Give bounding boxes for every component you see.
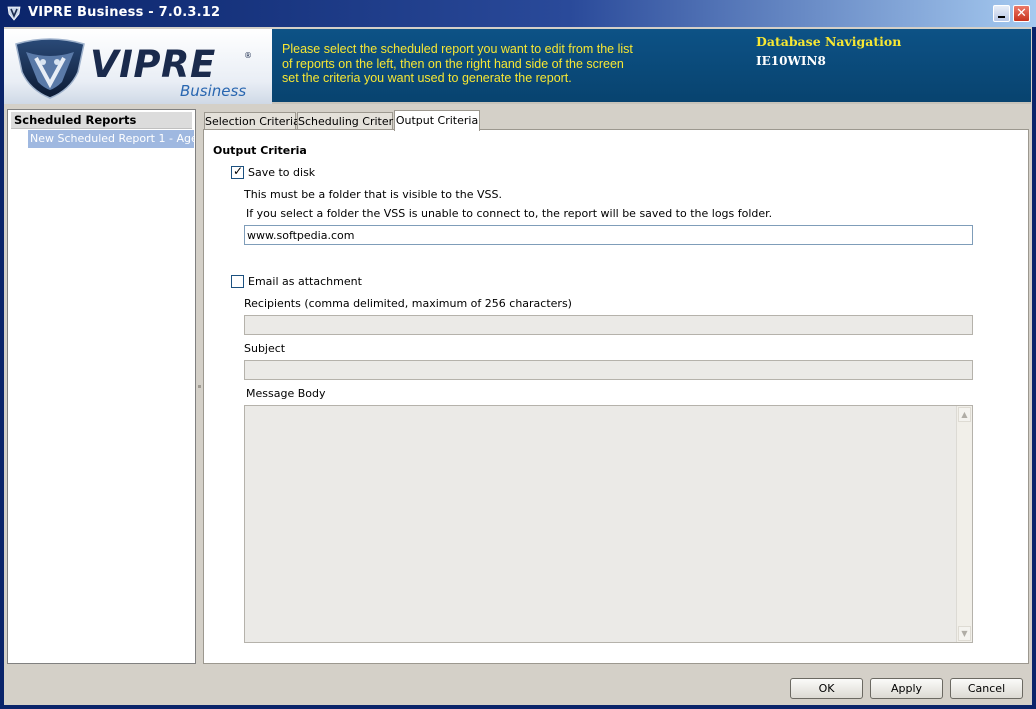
ok-button[interactable]: OK — [790, 678, 863, 699]
message-body-label: Message Body — [246, 387, 326, 400]
email-attachment-label[interactable]: Email as attachment — [248, 275, 362, 288]
vipre-shield-logo-icon — [15, 38, 85, 99]
scheduled-report-item[interactable]: New Scheduled Report 1 - Age... — [28, 130, 194, 148]
instruction-line: of reports on the left, then on the righ… — [282, 56, 624, 71]
window-title: VIPRE Business - 7.0.3.12 — [28, 5, 221, 20]
cancel-button[interactable]: Cancel — [950, 678, 1023, 699]
section-title: Output Criteria — [213, 144, 307, 157]
logo-area: VIPRE ® Business — [4, 29, 272, 104]
header-banner: VIPRE ® Business Please select the sched… — [4, 29, 1031, 104]
logo-business-text: Business — [180, 82, 247, 100]
subject-label: Subject — [244, 342, 286, 355]
instruction-line: set the criteria you want used to genera… — [282, 71, 572, 86]
minimize-button[interactable] — [993, 5, 1010, 22]
instruction-message: Please select the scheduled report you w… — [282, 42, 652, 86]
save-to-disk-checkbox[interactable] — [231, 164, 244, 179]
email-attachment-checkbox[interactable] — [231, 275, 244, 288]
folder-note-visible: This must be a folder that is visible to… — [244, 188, 502, 201]
folder-note-logs: If you select a folder the VSS is unable… — [246, 207, 773, 220]
logo-registered-mark: ® — [244, 51, 252, 60]
instruction-line: Please select the scheduled report you w… — [282, 42, 633, 56]
recipients-input[interactable] — [244, 315, 973, 335]
tab-selection-criteria[interactable]: Selection Criteria — [204, 112, 300, 130]
vipre-app-icon — [7, 6, 21, 21]
splitter-grip-icon — [198, 385, 201, 388]
logo-wordmark: VIPRE — [90, 43, 216, 86]
tab-scheduling-criteria[interactable]: Scheduling Criteria — [297, 112, 403, 130]
scheduled-reports-panel: Scheduled Reports New Scheduled Report 1… — [7, 109, 196, 664]
apply-button[interactable]: Apply — [870, 678, 943, 699]
title-bar: VIPRE Business - 7.0.3.12 ✕ — [0, 0, 1036, 27]
panel-splitter[interactable] — [197, 109, 202, 664]
message-body-scrollbar[interactable]: ▲ ▼ — [956, 406, 972, 642]
close-button[interactable]: ✕ — [1013, 5, 1030, 22]
subject-input[interactable] — [244, 360, 973, 380]
scheduled-reports-header: Scheduled Reports — [11, 112, 192, 129]
application-window: VIPRE Business - 7.0.3.12 ✕ VIPRE ® Busi… — [0, 0, 1036, 709]
scroll-down-arrow-icon[interactable]: ▼ — [958, 626, 971, 641]
folder-path-input[interactable]: www.softpedia.com — [244, 225, 973, 245]
database-name: IE10WIN8 — [756, 54, 826, 68]
save-to-disk-label[interactable]: Save to disk — [248, 166, 315, 179]
scroll-up-arrow-icon[interactable]: ▲ — [958, 407, 971, 422]
recipients-label: Recipients (comma delimited, maximum of … — [244, 297, 572, 310]
output-criteria-panel: Output Criteria Save to disk This must b… — [203, 129, 1029, 664]
database-navigation-title: Database Navigation — [756, 34, 902, 49]
section-divider — [230, 257, 972, 258]
message-body-textarea[interactable]: ▲ ▼ — [244, 405, 973, 643]
tab-output-criteria[interactable]: Output Criteria — [394, 110, 480, 131]
